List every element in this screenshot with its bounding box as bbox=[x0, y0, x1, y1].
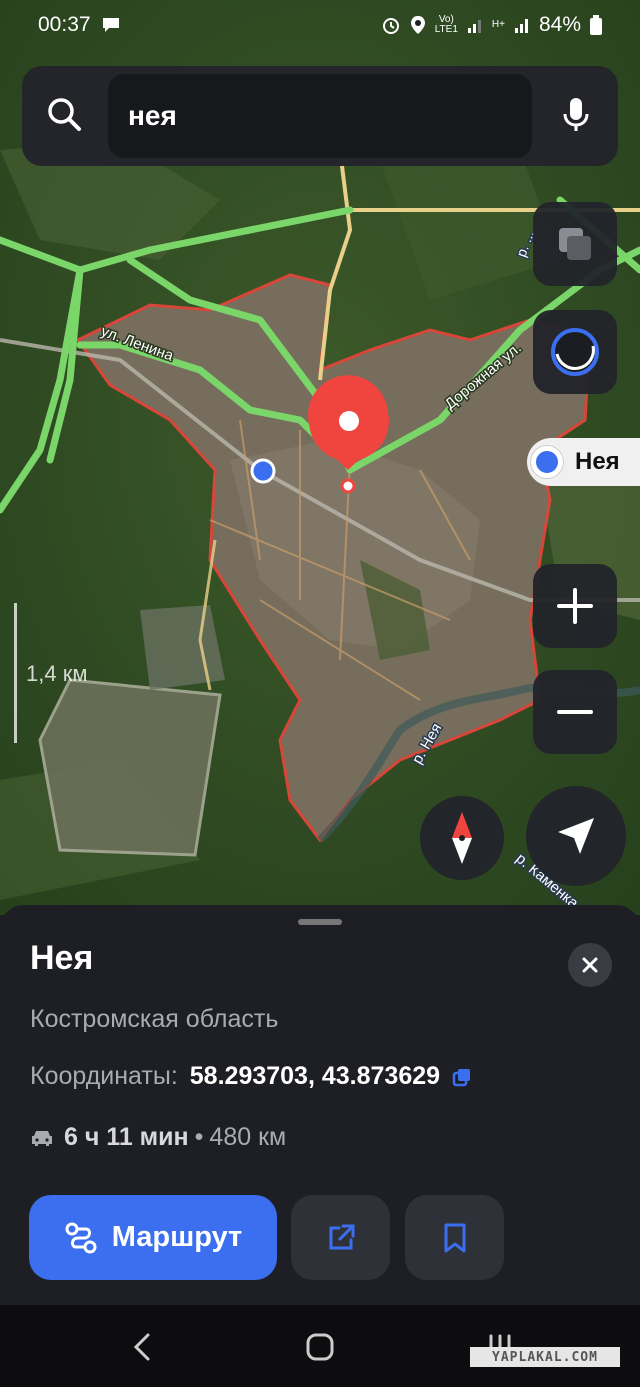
alarm-icon bbox=[382, 18, 399, 34]
coordinates-label: Координаты: bbox=[30, 1062, 178, 1090]
status-time: 00:37 bbox=[38, 13, 91, 36]
drive-info: 6 ч 11 мин • 480 км bbox=[30, 1123, 286, 1152]
place-chip[interactable]: Нея bbox=[527, 438, 640, 486]
watermark: YAPLAKAL.COM bbox=[470, 1347, 620, 1367]
alice-assistant-button[interactable] bbox=[533, 310, 617, 394]
battery-icon bbox=[590, 15, 602, 35]
close-icon bbox=[582, 957, 598, 973]
network-type: H+ bbox=[491, 19, 505, 30]
place-region: Костромская область bbox=[30, 1005, 279, 1033]
share-button[interactable] bbox=[291, 1195, 390, 1280]
close-button[interactable] bbox=[568, 943, 612, 987]
route-button-label: Маршрут bbox=[111, 1221, 243, 1253]
route-button[interactable]: Маршрут bbox=[29, 1195, 277, 1280]
chat-notification-icon bbox=[102, 18, 119, 32]
back-icon bbox=[133, 1333, 150, 1361]
compass-icon bbox=[452, 812, 472, 864]
zoom-in-button[interactable] bbox=[533, 564, 617, 648]
share-icon bbox=[329, 1224, 354, 1249]
navigation-arrow-icon bbox=[558, 818, 594, 854]
home-icon bbox=[306, 1333, 334, 1361]
system-navigation-bar bbox=[0, 1305, 640, 1387]
microphone-icon[interactable] bbox=[554, 92, 598, 136]
status-bar: 00:37 Vo) LTE1 H+ 84% bbox=[0, 0, 640, 50]
place-point-marker bbox=[340, 478, 356, 494]
drive-time: 6 ч 11 мин bbox=[64, 1123, 189, 1151]
place-chip-label: Нея bbox=[575, 448, 620, 475]
minus-icon bbox=[557, 710, 593, 714]
alice-icon bbox=[551, 328, 599, 376]
nav-back-button[interactable] bbox=[120, 1325, 164, 1369]
field-plots bbox=[38, 678, 222, 857]
search-bar bbox=[22, 66, 618, 166]
scale-bar bbox=[14, 603, 17, 743]
location-icon bbox=[410, 16, 425, 34]
car-icon bbox=[32, 1130, 52, 1146]
bookmark-button[interactable] bbox=[405, 1195, 504, 1280]
place-title: Нея bbox=[30, 939, 94, 977]
user-location-dot[interactable] bbox=[250, 458, 276, 484]
search-icon[interactable] bbox=[42, 92, 86, 136]
signal-2-icon bbox=[514, 19, 528, 33]
coordinates-value[interactable]: 58.293703, 43.873629 bbox=[190, 1062, 440, 1091]
compass-button[interactable] bbox=[420, 796, 504, 880]
layers-icon bbox=[559, 228, 591, 260]
sheet-drag-handle[interactable] bbox=[298, 919, 342, 925]
signal-icon bbox=[467, 20, 481, 33]
scale-label: 1,4 км bbox=[26, 661, 88, 686]
bookmark-icon bbox=[444, 1223, 465, 1252]
lte-indicator: Vo) LTE1 bbox=[434, 14, 458, 35]
coordinates-row: Координаты: 58.293703, 43.873629 bbox=[30, 1062, 472, 1091]
my-location-button[interactable] bbox=[526, 786, 626, 886]
copy-icon[interactable] bbox=[452, 1067, 472, 1087]
route-icon bbox=[65, 1222, 97, 1253]
battery-percent: 84% bbox=[538, 13, 581, 36]
plus-icon bbox=[557, 588, 593, 624]
place-card: Нея Костромская область Координаты: 58.2… bbox=[0, 905, 640, 1305]
layers-button[interactable] bbox=[533, 202, 617, 286]
zoom-out-button[interactable] bbox=[533, 670, 617, 754]
search-input[interactable] bbox=[108, 74, 532, 158]
place-chip-dot-icon bbox=[531, 446, 563, 478]
drive-distance: 480 км bbox=[209, 1123, 287, 1151]
drive-separator: • bbox=[194, 1123, 204, 1151]
nav-home-button[interactable] bbox=[298, 1325, 342, 1369]
